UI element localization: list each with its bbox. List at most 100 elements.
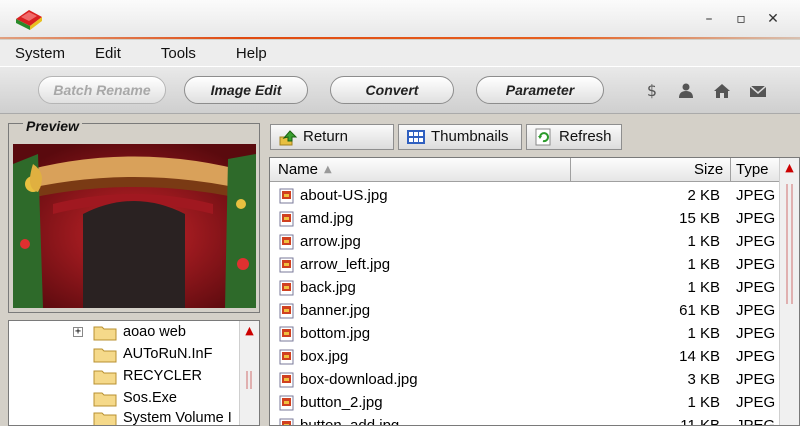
file-row[interactable]: box-download.jpg 3 KB JPEG bbox=[270, 368, 780, 391]
file-name: arrow.jpg bbox=[300, 233, 361, 250]
file-type: JPEG bbox=[736, 210, 776, 227]
folder-icon bbox=[93, 326, 117, 341]
folder-icon bbox=[93, 412, 117, 425]
file-name: amd.jpg bbox=[300, 210, 354, 227]
file-type: JPEG bbox=[736, 417, 776, 426]
minimize-button[interactable]: – bbox=[700, 11, 718, 27]
file-row[interactable]: bottom.jpg 1 KB JPEG bbox=[270, 322, 780, 345]
tree-item[interactable]: RECYCLER bbox=[9, 365, 239, 387]
tree-item[interactable]: Sos.Exe bbox=[9, 387, 239, 409]
file-name: back.jpg bbox=[300, 279, 356, 296]
file-name: bottom.jpg bbox=[300, 325, 371, 342]
refresh-button[interactable]: Refresh bbox=[526, 124, 622, 150]
return-arrow-icon bbox=[279, 130, 298, 146]
column-type[interactable]: Type bbox=[736, 158, 769, 181]
jpeg-file-icon bbox=[279, 234, 294, 250]
file-name: button_add.jpg bbox=[300, 417, 400, 426]
file-size: 15 KB bbox=[679, 210, 720, 227]
file-size: 1 KB bbox=[687, 256, 720, 273]
tree-item[interactable]: AUToRuN.InF bbox=[9, 343, 239, 365]
jpeg-file-icon bbox=[279, 211, 294, 227]
parameter-button[interactable]: Parameter bbox=[476, 76, 604, 104]
file-row[interactable]: arrow_left.jpg 1 KB JPEG bbox=[270, 253, 780, 276]
file-row[interactable]: button_2.jpg 1 KB JPEG bbox=[270, 391, 780, 414]
file-size: 1 KB bbox=[687, 325, 720, 342]
file-type: JPEG bbox=[736, 371, 776, 388]
file-row[interactable]: button_add.jpg 11 KB JPEG bbox=[270, 414, 780, 426]
file-size: 1 KB bbox=[687, 279, 720, 296]
maximize-button[interactable]: ▫ bbox=[732, 11, 750, 27]
file-size: 3 KB bbox=[687, 371, 720, 388]
refresh-icon bbox=[535, 128, 551, 146]
sort-arrow-icon: ▲ bbox=[324, 164, 332, 175]
file-name: box-download.jpg bbox=[300, 371, 418, 388]
file-type: JPEG bbox=[736, 256, 776, 273]
home-icon[interactable] bbox=[713, 82, 731, 100]
user-icon[interactable] bbox=[677, 82, 695, 100]
expand-icon[interactable]: + bbox=[73, 327, 83, 337]
jpeg-file-icon bbox=[279, 303, 294, 319]
thumbnails-icon bbox=[407, 130, 425, 144]
file-type: JPEG bbox=[736, 394, 776, 411]
folder-icon bbox=[93, 370, 117, 385]
menu-edit[interactable]: Edit bbox=[95, 45, 121, 62]
thumbnails-button[interactable]: Thumbnails bbox=[398, 124, 522, 150]
menu-bar: System Edit Tools Help bbox=[0, 40, 800, 66]
file-size: 1 KB bbox=[687, 233, 720, 250]
file-row[interactable]: banner.jpg 61 KB JPEG bbox=[270, 299, 780, 322]
right-pane: Return Thumbnails Refresh Name ▲ Size Ty… bbox=[266, 120, 800, 426]
return-button[interactable]: Return bbox=[270, 124, 394, 150]
file-type: JPEG bbox=[736, 348, 776, 365]
app-logo-icon bbox=[16, 10, 42, 30]
file-type: JPEG bbox=[736, 302, 776, 319]
file-type: JPEG bbox=[736, 233, 776, 250]
tree-item[interactable]: + aoao web bbox=[9, 321, 239, 343]
jpeg-file-icon bbox=[279, 257, 294, 273]
file-type: JPEG bbox=[736, 325, 776, 342]
main-toolbar: Batch Rename Image Edit Convert Paramete… bbox=[0, 66, 800, 114]
file-row[interactable]: amd.jpg 15 KB JPEG bbox=[270, 207, 780, 230]
jpeg-file-icon bbox=[279, 395, 294, 411]
file-size: 2 KB bbox=[687, 187, 720, 204]
image-edit-button[interactable]: Image Edit bbox=[184, 76, 308, 104]
menu-help[interactable]: Help bbox=[236, 45, 267, 62]
convert-button[interactable]: Convert bbox=[330, 76, 454, 104]
column-name[interactable]: Name bbox=[278, 158, 318, 181]
scroll-up-icon[interactable]: ▲ bbox=[782, 160, 797, 175]
tree-item[interactable]: System Volume I bbox=[9, 407, 239, 425]
folder-icon bbox=[93, 348, 117, 363]
file-name: arrow_left.jpg bbox=[300, 256, 391, 273]
file-row[interactable]: box.jpg 14 KB JPEG bbox=[270, 345, 780, 368]
file-row[interactable]: about-US.jpg 2 KB JPEG bbox=[270, 184, 780, 207]
file-row[interactable]: arrow.jpg 1 KB JPEG bbox=[270, 230, 780, 253]
file-size: 61 KB bbox=[679, 302, 720, 319]
file-type: JPEG bbox=[736, 279, 776, 296]
jpeg-file-icon bbox=[279, 188, 294, 204]
jpeg-file-icon bbox=[279, 418, 294, 425]
file-row[interactable]: back.jpg 1 KB JPEG bbox=[270, 276, 780, 299]
column-size[interactable]: Size bbox=[694, 158, 723, 181]
file-size: 1 KB bbox=[687, 394, 720, 411]
file-size: 11 KB bbox=[680, 417, 720, 426]
dollar-icon[interactable]: $ bbox=[643, 82, 661, 100]
scroll-thumb[interactable] bbox=[246, 371, 252, 389]
column-divider[interactable] bbox=[730, 158, 731, 182]
menu-system[interactable]: System bbox=[15, 45, 65, 62]
scroll-up-icon[interactable]: ▲ bbox=[242, 323, 257, 338]
file-size: 14 KB bbox=[679, 348, 720, 365]
preview-image bbox=[13, 144, 256, 308]
close-button[interactable]: ✕ bbox=[764, 11, 782, 27]
file-type: JPEG bbox=[736, 187, 776, 204]
column-divider[interactable] bbox=[570, 158, 571, 182]
tree-scrollbar[interactable]: ▲ bbox=[239, 321, 259, 425]
folder-tree: + aoao web AUToRuN.InF RECYCLER Sos.Exe … bbox=[8, 320, 260, 426]
file-name: banner.jpg bbox=[300, 302, 371, 319]
batch-rename-button[interactable]: Batch Rename bbox=[38, 76, 166, 104]
menu-tools[interactable]: Tools bbox=[161, 45, 196, 62]
file-list-scrollbar[interactable]: ▲ bbox=[779, 158, 799, 425]
mail-icon[interactable] bbox=[749, 82, 767, 100]
jpeg-file-icon bbox=[279, 280, 294, 296]
jpeg-file-icon bbox=[279, 372, 294, 388]
scroll-thumb[interactable] bbox=[786, 184, 793, 304]
file-toolbar: Return Thumbnails Refresh bbox=[266, 120, 800, 154]
